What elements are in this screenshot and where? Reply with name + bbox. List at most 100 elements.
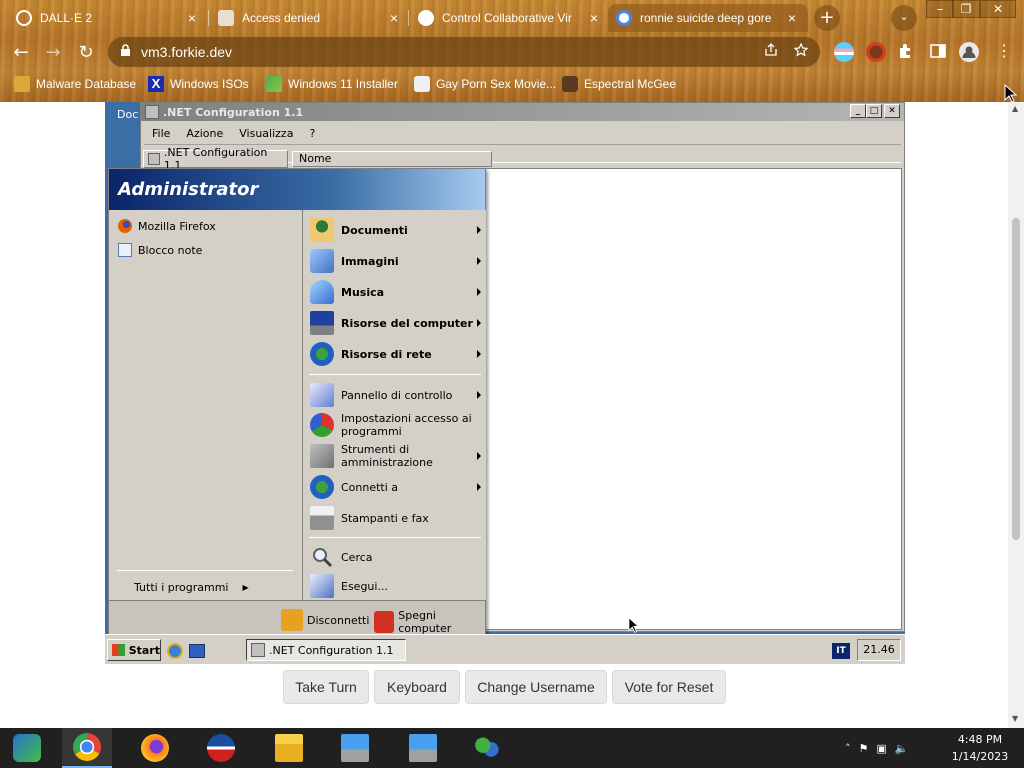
google-icon (616, 10, 632, 26)
star-icon[interactable] (793, 42, 809, 61)
forward-button[interactable]: → (40, 40, 66, 66)
taskbar-app-chrome[interactable] (62, 728, 112, 768)
kebab-menu-icon[interactable]: ⋮ (994, 42, 1014, 62)
tab-search-button[interactable]: ⌄ (891, 5, 917, 31)
back-button[interactable]: ← (8, 40, 34, 66)
start-item-cerca[interactable]: Cerca (303, 542, 487, 572)
taskbar-app-file-explorer[interactable] (264, 728, 314, 768)
start-item-risorse-rete[interactable]: Risorse di rete (303, 338, 487, 370)
show-desktop-icon[interactable] (189, 644, 205, 658)
address-bar[interactable]: vm3.forkie.dev (108, 37, 820, 67)
bookmark-malware-database[interactable]: Malware Database (14, 76, 136, 92)
extension-flag-icon[interactable] (834, 42, 854, 62)
documents-icon (310, 218, 334, 242)
close-icon[interactable]: × (386, 10, 402, 26)
taskbar-task-net-config[interactable]: .NET Configuration 1.1 (246, 639, 406, 661)
scroll-down-icon[interactable]: ▼ (1012, 714, 1018, 723)
power-icon (374, 611, 395, 633)
browser-tab[interactable]: DALL·E 2 × (8, 4, 208, 32)
tree-root-node[interactable]: .NET Configuration 1.1 (143, 146, 288, 172)
internet-explorer-icon[interactable] (167, 643, 183, 659)
flag-icon[interactable]: ⚑ (859, 742, 869, 755)
globe-icon (418, 10, 434, 26)
take-turn-button[interactable]: Take Turn (283, 670, 369, 704)
profile-avatar-icon[interactable] (959, 42, 979, 62)
menu-help[interactable]: ? (309, 127, 315, 140)
share-icon[interactable] (764, 43, 778, 61)
divider (309, 537, 481, 538)
scroll-up-icon[interactable]: ▲ (1012, 104, 1018, 113)
lock-icon[interactable] (120, 44, 131, 60)
scrollbar-thumb[interactable] (1012, 218, 1020, 540)
profile-extension-icon[interactable] (866, 42, 886, 62)
minimize-button[interactable]: – (926, 0, 954, 18)
bookmark-windows-isos[interactable]: X Windows ISOs (148, 76, 249, 92)
start-item-documenti[interactable]: Documenti (303, 214, 487, 246)
chevron-up-icon[interactable]: ˄ (845, 742, 851, 755)
start-item-firefox[interactable]: Mozilla Firefox (109, 214, 300, 238)
start-item-notepad[interactable]: Blocco note (109, 238, 300, 262)
start-button[interactable]: Start (107, 639, 161, 661)
page-scrollbar[interactable]: ▲ ▼ (1008, 102, 1024, 728)
restore-button[interactable]: ❐ (952, 0, 980, 18)
menu-visualizza[interactable]: Visualizza (239, 127, 293, 140)
start-item-impostazioni-accesso[interactable]: Impostazioni accesso ai programmi (303, 409, 487, 441)
vm-clock: 21.46 (857, 639, 901, 661)
vote-for-reset-button[interactable]: Vote for Reset (612, 670, 726, 704)
start-item-immagini[interactable]: Immagini (303, 245, 487, 277)
start-item-pannello-controllo[interactable]: Pannello di controllo (303, 380, 487, 410)
browser-tab-active[interactable]: ronnie suicide deep gore × (608, 4, 808, 32)
network-icon[interactable]: ▣ (876, 742, 886, 755)
all-programs-button[interactable]: Tutti i programmi ▶ (134, 581, 249, 594)
desktop-icon-label[interactable]: Doc (117, 108, 138, 121)
close-window-button[interactable]: ✕ (980, 0, 1016, 18)
window-titlebar[interactable]: .NET Configuration 1.1 _ □ ✕ (141, 103, 904, 121)
logoff-button[interactable]: Disconnetti (281, 609, 369, 631)
url-text[interactable]: vm3.forkie.dev (141, 44, 232, 60)
keyboard-button[interactable]: Keyboard (374, 670, 460, 704)
taskbar-app-network-computer-2[interactable] (398, 728, 448, 768)
side-panel-icon[interactable] (929, 42, 949, 62)
bookmark-windows-11-installer[interactable]: Windows 11 Installer (266, 76, 398, 92)
minimize-button[interactable]: _ (850, 104, 866, 118)
start-item-stampanti[interactable]: Stampanti e fax (303, 503, 487, 533)
music-icon (310, 280, 334, 304)
browser-tab[interactable]: Access denied × (210, 4, 410, 32)
start-item-musica[interactable]: Musica (303, 276, 487, 308)
start-item-label: Musica (341, 285, 385, 299)
start-item-strumenti-amministrazione[interactable]: Strumenti di amministrazione (303, 440, 487, 472)
start-item-risorse-computer[interactable]: Risorse del computer (303, 307, 487, 339)
close-icon[interactable]: × (586, 10, 602, 26)
language-indicator[interactable]: IT (832, 643, 850, 659)
close-button[interactable]: ✕ (884, 104, 900, 118)
taskbar-app-network-computer[interactable] (330, 728, 380, 768)
close-icon[interactable]: × (184, 10, 200, 26)
shutdown-button[interactable]: Spegni computer (374, 609, 485, 635)
column-header-name[interactable]: Nome (292, 151, 492, 167)
task-label: .NET Configuration 1.1 (269, 643, 394, 657)
volume-icon[interactable]: 🔈 (895, 742, 909, 755)
all-programs-label: Tutti i programmi (134, 581, 229, 594)
extensions-puzzle-icon[interactable] (897, 42, 917, 62)
maximize-button[interactable]: □ (866, 104, 882, 118)
browser-tab[interactable]: Control Collaborative Vir × (410, 4, 610, 32)
taskbar-app-vmware[interactable] (2, 728, 52, 768)
menu-file[interactable]: File (152, 127, 170, 140)
taskbar-app-firefox[interactable] (130, 728, 180, 768)
menu-azione[interactable]: Azione (186, 127, 223, 140)
logoff-label: Disconnetti (307, 613, 370, 627)
close-icon[interactable]: × (784, 10, 800, 26)
start-item-connetti[interactable]: Connetti a (303, 472, 487, 502)
taskbar-app-obama[interactable] (196, 728, 246, 768)
new-tab-button[interactable]: + (814, 5, 840, 31)
taskbar-app-network-users[interactable] (462, 728, 512, 768)
taskbar-clock[interactable]: 4:48 PM 1/14/2023 (940, 731, 1020, 765)
bookmark-espectral-mcgee[interactable]: Espectral McGee (562, 76, 676, 92)
start-item-esegui[interactable]: Esegui... (303, 572, 487, 600)
bookmark-movies[interactable]: Gay Porn Sex Movie... (414, 76, 556, 92)
reload-button[interactable]: ↻ (73, 40, 99, 66)
tab-title: DALL·E 2 (40, 11, 93, 25)
vm-screen[interactable]: Doc .NET Configuration 1.1 _ □ ✕ File Az… (105, 102, 905, 664)
openai-icon (16, 10, 32, 26)
change-username-button[interactable]: Change Username (465, 670, 607, 704)
